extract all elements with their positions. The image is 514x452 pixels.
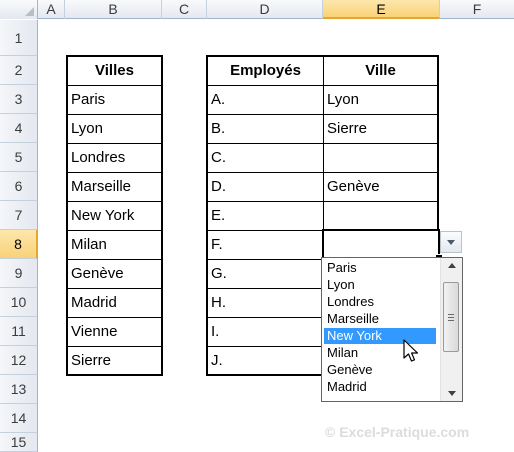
mouse-pointer-icon [403,339,419,362]
column-header-c[interactable]: C [162,0,207,19]
scroll-up-arrow-icon[interactable] [441,258,462,274]
employe-cell[interactable]: A. [208,86,324,115]
employe-cell[interactable]: I. [208,318,324,347]
row-header-1[interactable]: 1 [0,20,38,56]
employe-cell[interactable]: B. [208,115,324,144]
scroll-down-arrow-icon[interactable] [441,385,462,401]
row-header-13[interactable]: 13 [0,375,38,404]
villes-table: Villes Paris Lyon Londres Marseille New York… [66,55,163,376]
employes-header: Employés [208,57,324,86]
employe-cell[interactable]: C. [208,144,324,173]
scroll-thumb[interactable] [443,282,459,352]
column-header-f[interactable]: F [440,0,514,19]
employe-cell[interactable]: D. [208,173,324,202]
column-header-a[interactable]: A [38,0,65,19]
select-all-triangle-icon [25,7,34,16]
dropdown-option[interactable]: Marseille [324,311,436,327]
villes-cell[interactable]: Londres [68,144,161,173]
dropdown-list[interactable]: Paris Lyon Londres Marseille New York Milan Ge… [321,257,463,402]
row-header-2[interactable]: 2 [0,56,38,85]
villes-cell[interactable]: Madrid [68,289,161,318]
row-header-4[interactable]: 4 [0,114,38,143]
ville-cell[interactable]: Lyon [324,86,437,115]
villes-cell[interactable]: Paris [68,86,161,115]
column-header-e[interactable]: E [323,0,440,19]
employe-cell[interactable]: H. [208,289,324,318]
villes-cell[interactable]: Genève [68,260,161,289]
ville-cell[interactable]: Sierre [324,115,437,144]
column-header-d[interactable]: D [207,0,323,19]
row-header-6[interactable]: 6 [0,172,38,201]
employe-cell[interactable]: F. [208,231,324,260]
dropdown-arrow-button[interactable] [440,231,462,253]
row-header-3[interactable]: 3 [0,85,38,114]
row-header-5[interactable]: 5 [0,143,38,172]
employe-cell[interactable]: G. [208,260,324,289]
select-all-corner[interactable] [0,0,38,19]
dropdown-scrollbar[interactable] [440,258,462,401]
row-header-15[interactable]: 15 [0,433,38,452]
employe-cell[interactable]: E. [208,202,324,231]
villes-cell[interactable]: Vienne [68,318,161,347]
row-header-7[interactable]: 7 [0,201,38,230]
row-header-11[interactable]: 11 [0,317,38,346]
employe-cell[interactable]: J. [208,347,324,376]
dropdown-option[interactable]: Madrid [324,379,436,395]
row-header-8[interactable]: 8 [0,230,38,259]
ville-cell[interactable]: Genève [324,173,437,202]
villes-header: Villes [68,57,161,86]
ville-cell[interactable] [324,144,437,173]
watermark: © Excel-Pratique.com [325,424,470,440]
row-header-9[interactable]: 9 [0,259,38,288]
row-header-10[interactable]: 10 [0,288,38,317]
active-cell-e8[interactable] [322,229,440,259]
dropdown-option[interactable]: Londres [324,294,436,310]
ville-cell[interactable] [324,202,437,231]
villes-cell[interactable]: Marseille [68,173,161,202]
villes-cell[interactable]: New York [68,202,161,231]
villes-cell[interactable]: Lyon [68,115,161,144]
dropdown-option[interactable]: Paris [324,260,436,276]
row-header-12[interactable]: 12 [0,346,38,375]
column-header-b[interactable]: B [65,0,162,19]
villes-cell[interactable]: Sierre [68,347,161,376]
villes-cell[interactable]: Milan [68,231,161,260]
ville-header: Ville [324,57,437,86]
dropdown-option[interactable]: Lyon [324,277,436,293]
row-header-14[interactable]: 14 [0,404,38,433]
